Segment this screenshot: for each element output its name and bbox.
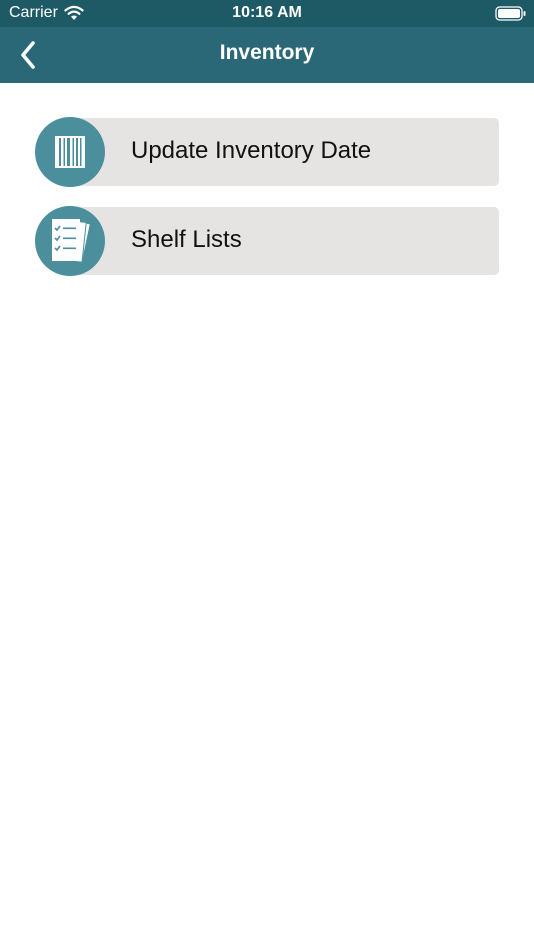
- menu-item-icon-circle: [35, 206, 105, 276]
- status-time: 10:16 AM: [232, 4, 302, 21]
- menu-item-icon-circle: [35, 117, 105, 187]
- navigation-bar: Inventory: [0, 27, 534, 83]
- shelf-lists-button[interactable]: Shelf Lists: [35, 206, 499, 276]
- inventory-menu: Update Inventory Date Shelf Lists: [35, 117, 499, 295]
- page-title: Inventory: [219, 41, 315, 64]
- update-inventory-date-button[interactable]: Update Inventory Date: [35, 117, 499, 187]
- status-bar: Carrier 10:16 AM: [0, 0, 534, 27]
- barcode-icon: [55, 136, 85, 168]
- battery-icon: [495, 6, 526, 21]
- menu-item-label: Shelf Lists: [131, 226, 242, 253]
- checklist-icon: [52, 217, 91, 264]
- menu-item-label: Update Inventory Date: [131, 137, 372, 164]
